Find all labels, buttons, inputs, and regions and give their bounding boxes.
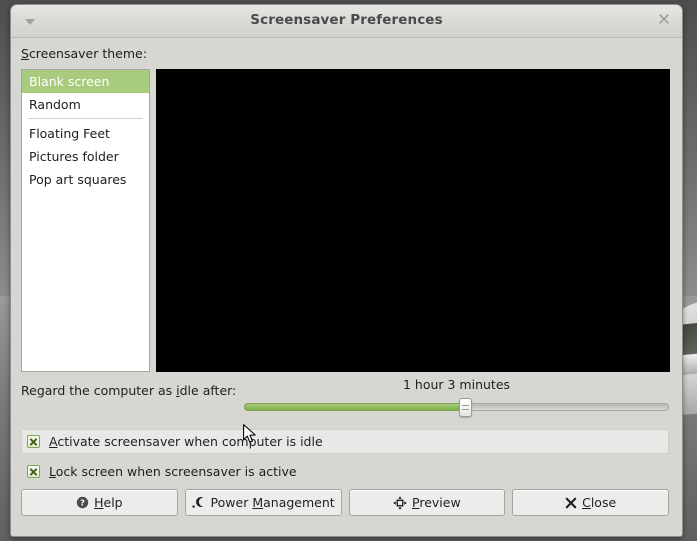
list-item-pictures-folder[interactable]: Pictures folder — [22, 145, 149, 168]
screensaver-preferences-window: Screensaver Preferences Screensaver them… — [10, 4, 683, 537]
close-label-rest: lose — [590, 495, 617, 510]
preview-label-rest: review — [419, 495, 461, 510]
help-icon: ? — [76, 496, 89, 509]
close-button[interactable]: Close — [512, 489, 669, 516]
theme-list-label: Screensaver theme: — [21, 46, 147, 61]
power-management-button-label: Power Management — [210, 495, 335, 510]
activate-label-rest: ctivate screensaver when computer is idl… — [57, 434, 323, 449]
window-title: Screensaver Preferences — [250, 12, 443, 28]
close-button-label: Close — [582, 495, 617, 510]
lock-label-rest: ock screen when screensaver is active — [55, 464, 297, 479]
screensaver-preview-area[interactable] — [156, 69, 670, 372]
slider-fill — [244, 403, 465, 411]
window-titlebar: Screensaver Preferences — [11, 5, 682, 38]
checkbox-row-activate-screensaver[interactable]: Activate screensaver when computer is id… — [21, 429, 669, 454]
list-item-blank-screen[interactable]: Blank screen — [22, 70, 149, 93]
help-label-rest: elp — [103, 495, 123, 510]
checkbox-activate-screensaver[interactable] — [27, 435, 40, 448]
preview-button[interactable]: Preview — [348, 489, 506, 516]
idle-delay-slider[interactable] — [244, 397, 669, 417]
pm-label-rest: anagement — [263, 495, 335, 510]
power-sleep-icon — [191, 496, 206, 509]
pm-label-pre: Power — [210, 495, 253, 510]
slider-handle[interactable] — [459, 398, 472, 417]
theme-list-label-rest: creensaver theme: — [28, 46, 147, 61]
list-item-pop-art-squares[interactable]: Pop art squares — [22, 168, 149, 191]
power-management-button[interactable]: Power Management — [184, 489, 342, 516]
checkbox-lock-screen[interactable] — [27, 465, 40, 478]
handle-grip-line — [462, 409, 469, 410]
help-button-label: Help — [94, 495, 123, 510]
dialog-content: Screensaver theme: Blank screen Random F… — [11, 38, 682, 536]
screensaver-theme-list[interactable]: Blank screen Random Floating Feet Pictur… — [21, 69, 150, 372]
help-button[interactable]: ? Help — [21, 489, 178, 516]
handle-grip-line — [462, 405, 469, 406]
checkbox-row-lock-screen[interactable]: Lock screen when screensaver is active — [21, 459, 669, 484]
preview-button-label: Preview — [412, 495, 461, 510]
dialog-button-bar: ? Help Power Management Preview Close — [21, 489, 669, 516]
list-item-random[interactable]: Random — [22, 93, 149, 116]
svg-text:?: ? — [80, 498, 85, 508]
list-separator — [28, 118, 143, 119]
checkbox-label-activate-screensaver: Activate screensaver when computer is id… — [49, 434, 323, 449]
idle-label-post: dle after: — [179, 383, 237, 398]
checkbox-label-lock-screen: Lock screen when screensaver is active — [49, 464, 297, 479]
idle-delay-value: 1 hour 3 minutes — [402, 377, 511, 392]
close-x-icon — [565, 497, 577, 509]
idle-delay-label: Regard the computer as idle after: — [21, 383, 237, 398]
fullscreen-preview-icon — [393, 495, 407, 510]
idle-label-pre: Regard the computer as — [21, 383, 177, 398]
close-icon[interactable] — [656, 13, 672, 29]
list-item-floating-feet[interactable]: Floating Feet — [22, 122, 149, 145]
